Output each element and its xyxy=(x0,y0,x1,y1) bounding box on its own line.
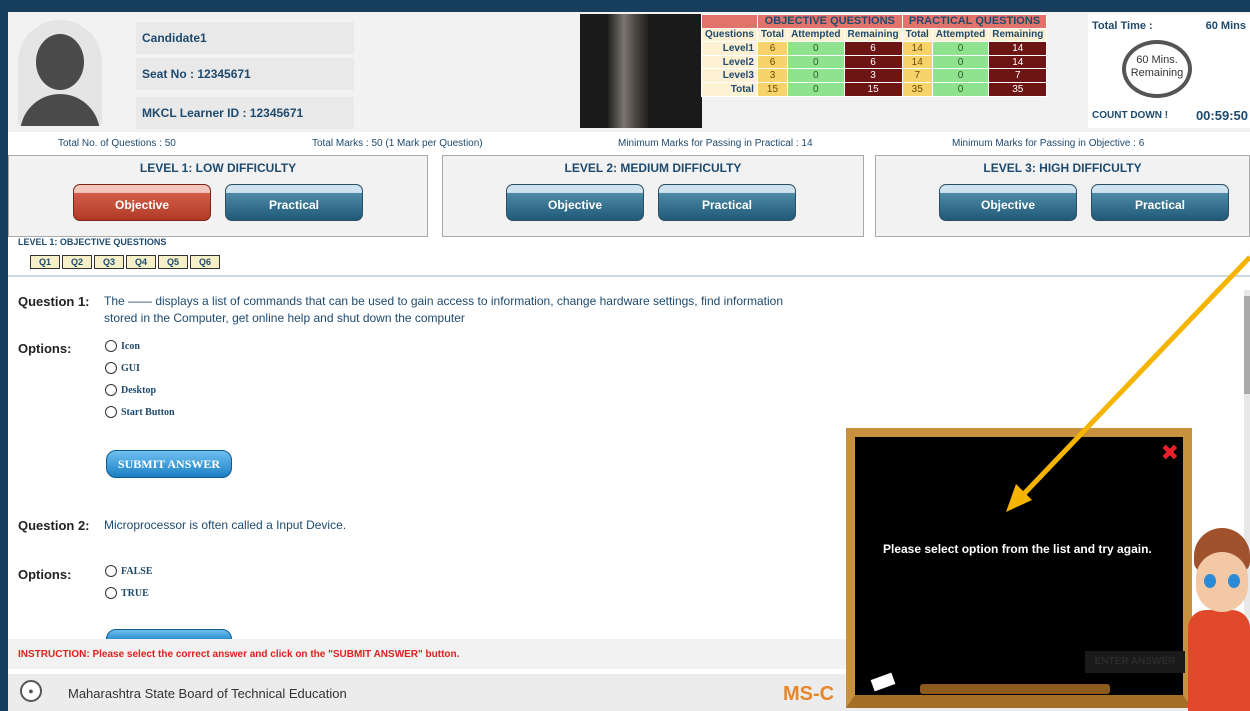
header-panel: Candidate1 Seat No : 12345671 MKCL Learn… xyxy=(8,12,1250,132)
radio-button[interactable] xyxy=(105,384,117,396)
option-false[interactable]: FALSE xyxy=(105,565,153,577)
total-time-label: Total Time : xyxy=(1092,20,1153,32)
col-total: Total xyxy=(756,27,789,43)
question-2-options-label: Options: xyxy=(18,567,72,582)
practical-header: PRACTICAL QUESTIONS xyxy=(901,14,1048,29)
level-2-panel: LEVEL 2: MEDIUM DIFFICULTY Objective Pra… xyxy=(442,155,864,237)
question-1-text-line2: stored in the Computer, get online help … xyxy=(104,311,465,325)
col-total: Total xyxy=(901,27,933,43)
divider xyxy=(8,275,1250,277)
table-row: Level2 606 14 0 14 xyxy=(701,54,1048,70)
question-1-label: Question 1: xyxy=(18,294,90,309)
table-row: Level1 606 14 0 14 xyxy=(701,41,1048,56)
option-icon[interactable]: Icon xyxy=(105,340,140,352)
question-nav-q4[interactable]: Q4 xyxy=(126,255,156,269)
level-2-title: LEVEL 2: MEDIUM DIFFICULTY xyxy=(564,161,742,175)
col-remaining: Remaining xyxy=(843,27,903,43)
option-start-button[interactable]: Start Button xyxy=(105,406,175,418)
min-practical: Minimum Marks for Passing in Practical :… xyxy=(618,138,813,149)
option-gui[interactable]: GUI xyxy=(105,362,140,374)
level-1-panel: LEVEL 1: LOW DIFFICULTY Objective Practi… xyxy=(8,155,428,237)
col-remaining: Remaining xyxy=(988,27,1048,43)
col-attempted: Attempted xyxy=(787,27,845,43)
alert-dialog: ✖ Please select option from the list and… xyxy=(846,428,1192,708)
candidate-name: Candidate1 xyxy=(136,22,354,54)
learner-id: MKCL Learner ID : 12345671 xyxy=(136,97,354,129)
remaining-clock: 60 Mins. Remaining xyxy=(1122,40,1192,98)
level-1-practical-button[interactable]: Practical xyxy=(225,184,363,221)
question-nav-q6[interactable]: Q6 xyxy=(190,255,220,269)
min-objective: Minimum Marks for Passing in Objective :… xyxy=(952,138,1145,149)
objective-header: OBJECTIVE QUESTIONS xyxy=(756,14,903,29)
seat-number: Seat No : 12345671 xyxy=(136,58,354,90)
level-1-title: LEVEL 1: LOW DIFFICULTY xyxy=(139,161,297,175)
radio-button[interactable] xyxy=(105,340,117,352)
option-true[interactable]: TRUE xyxy=(105,587,149,599)
question-nav-q1[interactable]: Q1 xyxy=(30,255,60,269)
close-icon[interactable]: ✖ xyxy=(1161,441,1179,466)
msbte-logo-icon: ● xyxy=(20,680,42,702)
avatar xyxy=(18,20,102,126)
question-nav-q2[interactable]: Q2 xyxy=(62,255,92,269)
countdown-value: 00:59:50 xyxy=(1195,108,1248,123)
total-marks: Total Marks : 50 (1 Mark per Question) xyxy=(312,138,483,149)
question-2-text: Microprocessor is often called a Input D… xyxy=(104,518,347,532)
question-1-options-label: Options: xyxy=(18,341,72,356)
option-desktop[interactable]: Desktop xyxy=(105,384,156,396)
level-2-practical-button[interactable]: Practical xyxy=(658,184,796,221)
question-nav: Q1 Q2 Q3 Q4 Q5 Q6 xyxy=(30,255,220,269)
table-row: Level3 303 707 xyxy=(701,68,1048,83)
level-2-objective-button[interactable]: Objective xyxy=(506,184,644,221)
section-title: LEVEL 1: OBJECTIVE QUESTIONS xyxy=(18,237,167,247)
submit-answer-button[interactable]: SUBMIT ANSWER xyxy=(106,450,232,478)
level-3-title: LEVEL 3: HIGH DIFFICULTY xyxy=(983,161,1142,175)
level-3-panel: LEVEL 3: HIGH DIFFICULTY Objective Pract… xyxy=(875,155,1250,237)
radio-button[interactable] xyxy=(105,362,117,374)
level-1-objective-button[interactable]: Objective xyxy=(73,184,211,221)
question-1-text-line1: The —— displays a list of commands that … xyxy=(104,294,784,308)
webcam-feed xyxy=(580,14,702,128)
scrollbar-thumb[interactable] xyxy=(1244,296,1250,394)
timer-panel: Total Time : 60 Mins 60 Mins. Remaining … xyxy=(1088,14,1250,128)
question-nav-q3[interactable]: Q3 xyxy=(94,255,124,269)
radio-button[interactable] xyxy=(105,565,117,577)
radio-button[interactable] xyxy=(105,587,117,599)
question-2-label: Question 2: xyxy=(18,518,90,533)
ms-cit-logo: MS-C xyxy=(783,683,835,705)
question-nav-q5[interactable]: Q5 xyxy=(158,255,188,269)
total-questions: Total No. of Questions : 50 xyxy=(58,138,176,149)
level-3-practical-button[interactable]: Practical xyxy=(1091,184,1229,221)
chalk-ledge xyxy=(920,684,1110,694)
total-time-value: 60 Mins xyxy=(1205,20,1246,32)
dialog-message: Please select option from the list and t… xyxy=(883,542,1152,556)
enter-answer-button[interactable]: ENTER ANSWER xyxy=(1085,651,1185,673)
countdown-label: COUNT DOWN ! xyxy=(1092,110,1169,121)
radio-button[interactable] xyxy=(105,406,117,418)
level-3-objective-button[interactable]: Objective xyxy=(939,184,1077,221)
col-attempted: Attempted xyxy=(931,27,990,43)
col-questions: Questions xyxy=(701,27,758,43)
question-stats-table: OBJECTIVE QUESTIONS PRACTICAL QUESTIONS … xyxy=(701,14,1048,97)
table-row: Total 15 0 15 35 0 35 xyxy=(701,81,1048,97)
mascot-character xyxy=(1186,528,1250,711)
footer-org: Maharashtra State Board of Technical Edu… xyxy=(68,686,347,701)
